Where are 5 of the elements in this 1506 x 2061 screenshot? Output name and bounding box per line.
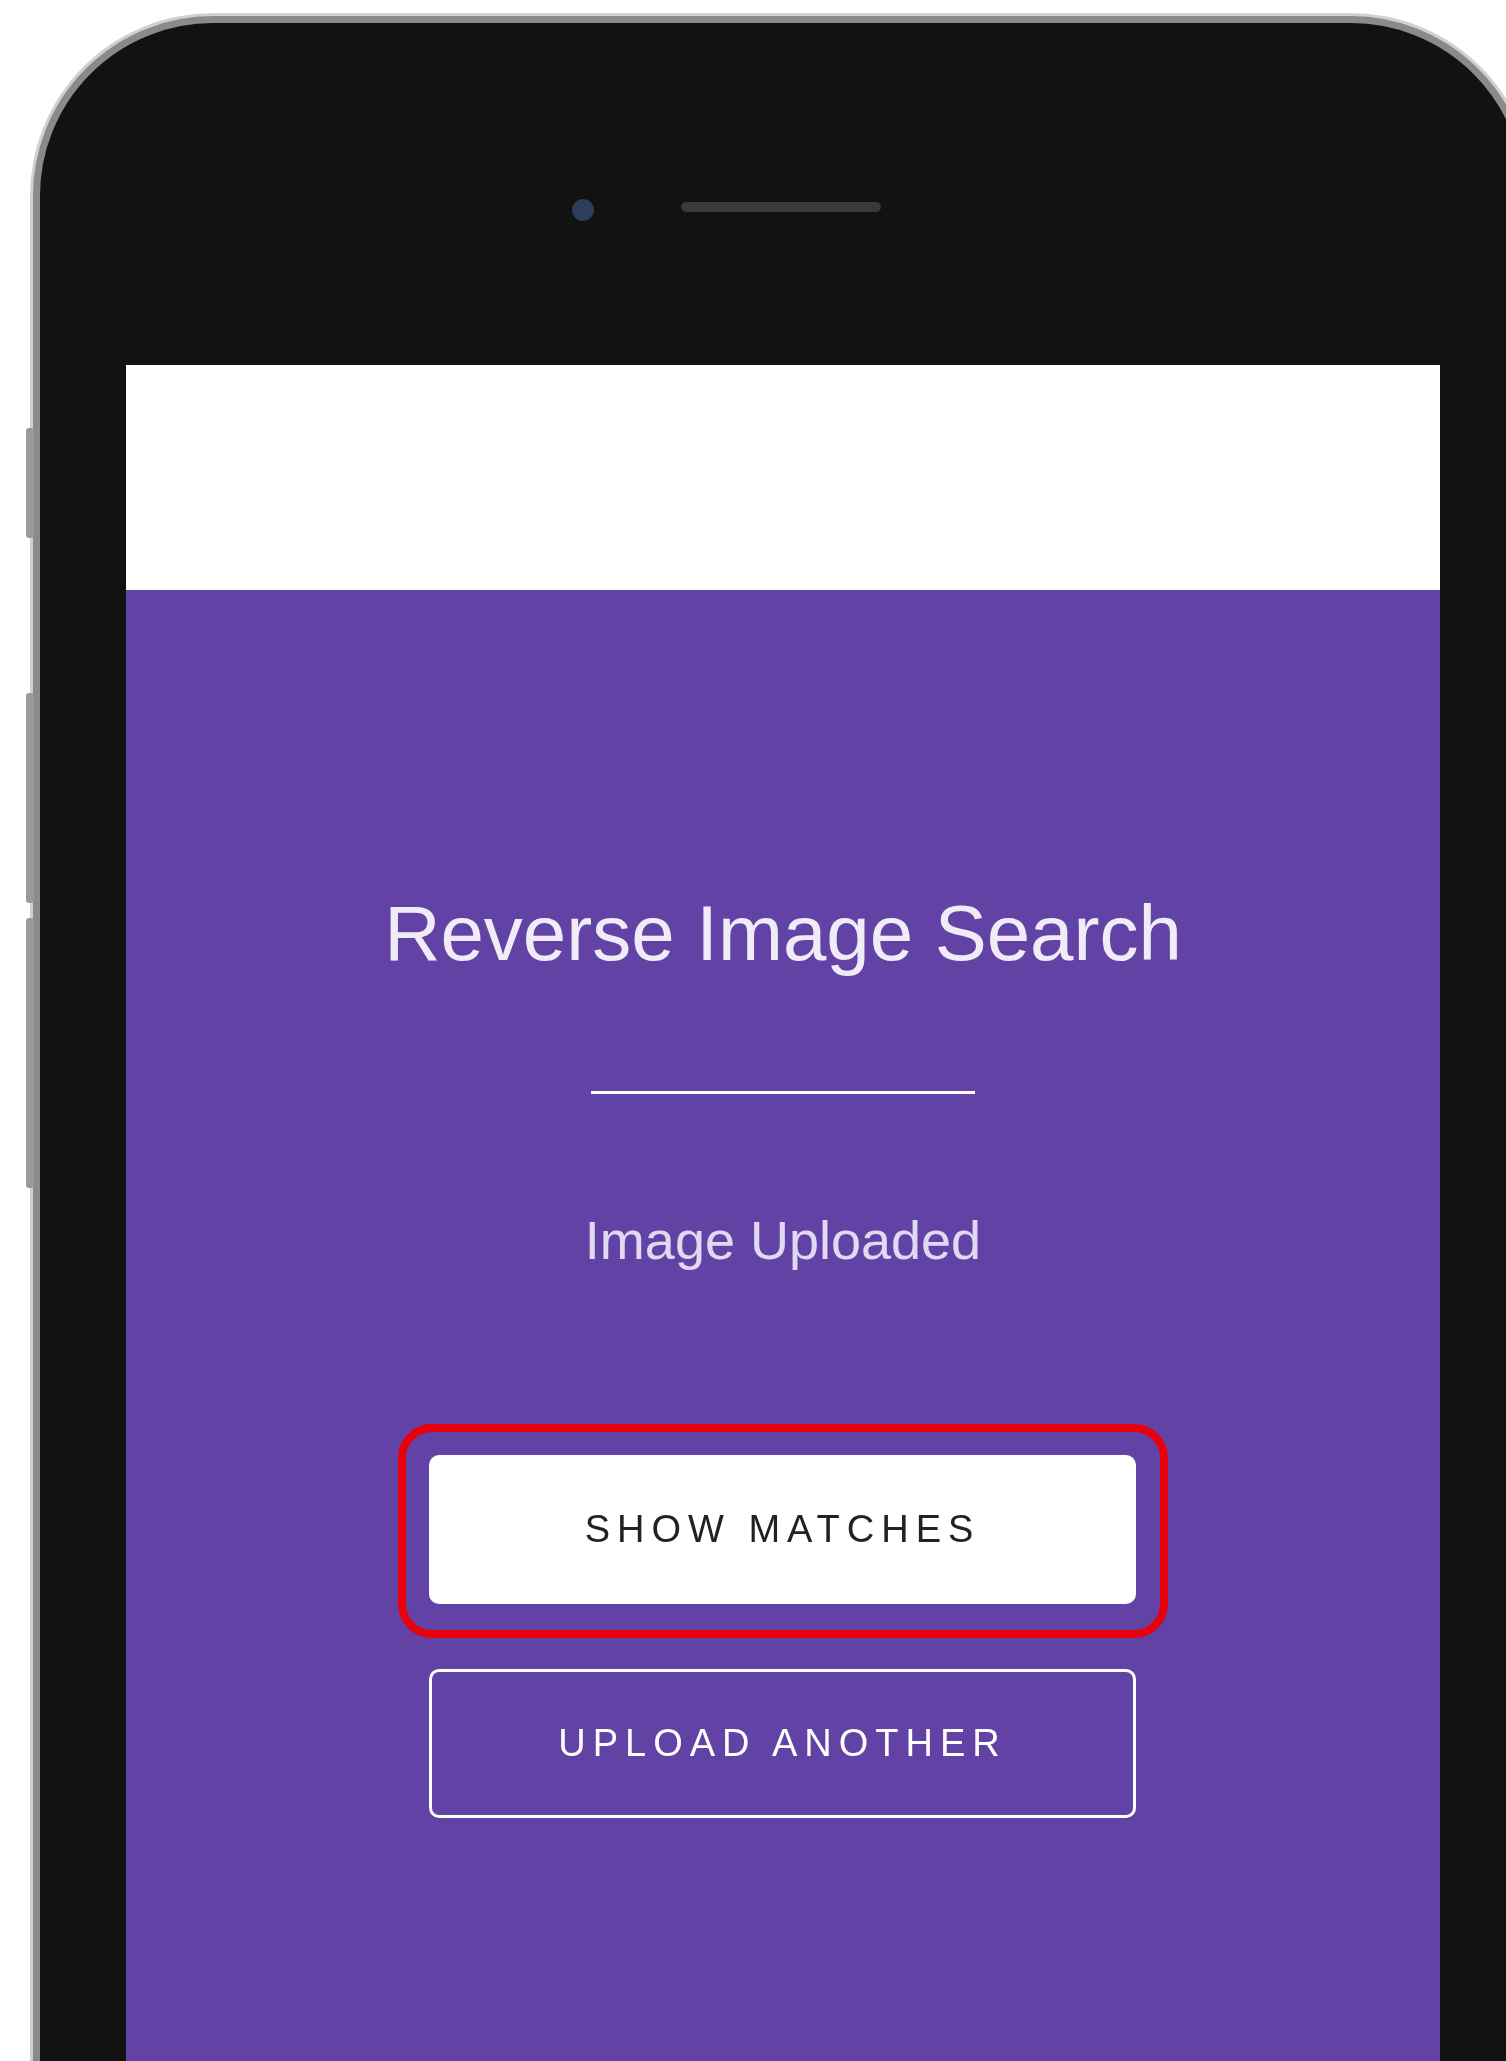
action-button[interactable]: UPLOAD ANOTHER (429, 1669, 1136, 1818)
action-button[interactable]: SHOW MATCHES (429, 1455, 1136, 1604)
camera-icon (572, 199, 594, 221)
status-text: Image Uploaded (584, 1209, 982, 1272)
page-title: Reverse Image Search (384, 888, 1182, 979)
